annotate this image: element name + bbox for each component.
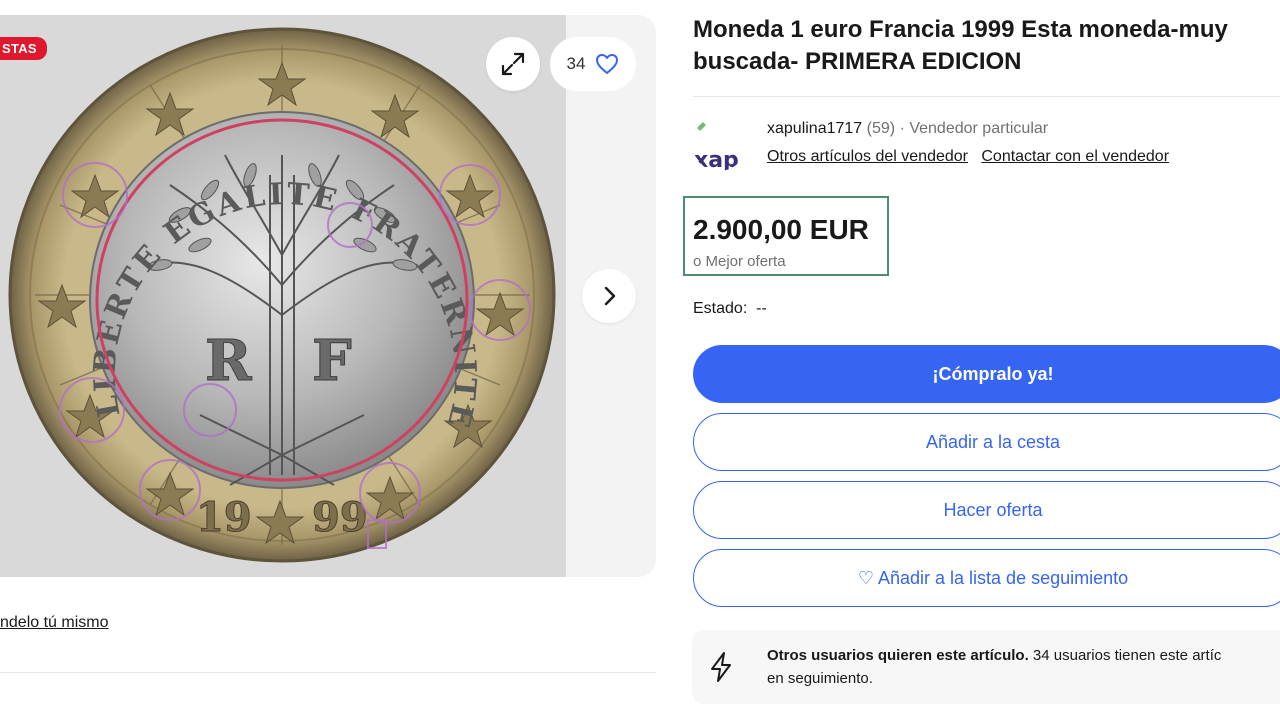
- watchers-notice: Otros usuarios quieren este artículo. 34…: [692, 630, 1280, 704]
- watchers-notice-bold: Otros usuarios quieren este artículo.: [767, 647, 1029, 664]
- best-offer-label: o Mejor oferta: [693, 253, 786, 270]
- divider: [0, 672, 656, 673]
- seller-type: · Vendedor particular: [899, 120, 1049, 137]
- seller-items-link[interactable]: Otros artículos del vendedor: [767, 148, 968, 165]
- chevron-right-icon: [604, 286, 616, 306]
- seller-feedback[interactable]: (59): [867, 120, 895, 137]
- divider: [693, 96, 1280, 97]
- seller-avatar[interactable]: xap: [692, 117, 746, 171]
- coin-photo[interactable]: R F LIBERTE EGALITE FRATERNITE 19 99: [0, 15, 566, 577]
- make-offer-button[interactable]: Hacer oferta: [693, 481, 1280, 539]
- image-gallery[interactable]: R F LIBERTE EGALITE FRATERNITE 19 99 STA…: [0, 15, 656, 577]
- watchers-notice-line2: en seguimiento.: [767, 670, 873, 687]
- add-to-watchlist-button[interactable]: ♡ Añadir a la lista de seguimiento: [693, 549, 1280, 607]
- watchers-notice-text: Otros usuarios quieren este artículo. 34…: [767, 644, 1280, 690]
- expand-icon: [501, 52, 525, 76]
- lightning-icon: [711, 652, 731, 682]
- seller-info: xapulina1717 (59) · Vendedor particular: [767, 120, 1048, 138]
- heart-icon: [596, 54, 619, 74]
- condition-value: --: [756, 300, 767, 317]
- seller-avatar-image: xap: [694, 121, 739, 171]
- seller-name[interactable]: xapulina1717: [767, 120, 862, 137]
- watch-count-button[interactable]: 34: [550, 37, 636, 91]
- price: 2.900,00 EUR: [693, 214, 869, 245]
- listing-title: Moneda 1 euro Francia 1999 Esta moneda-m…: [693, 16, 1228, 75]
- condition: Estado: --: [693, 300, 767, 318]
- watchers-notice-detail: 34 usuarios tienen este artíc: [1028, 647, 1222, 664]
- svg-text:xap: xap: [694, 148, 739, 171]
- coin-letter-f: F: [312, 328, 352, 394]
- watch-count: 34: [566, 54, 586, 73]
- seller-links: Otros artículos del vendedor Contactar c…: [767, 148, 1169, 166]
- buy-now-button[interactable]: ¡Cómpralo ya!: [693, 345, 1280, 403]
- coin-year-left: 19: [196, 494, 252, 541]
- expand-button[interactable]: [486, 37, 540, 91]
- contact-seller-link[interactable]: Contactar con el vendedor: [981, 148, 1169, 165]
- sale-badge: STAS: [0, 37, 47, 60]
- add-to-cart-button[interactable]: Añadir a la cesta: [693, 413, 1280, 471]
- sell-one-link[interactable]: ndelo tú mismo: [0, 614, 109, 632]
- condition-label: Estado:: [693, 300, 748, 317]
- next-image-button[interactable]: [582, 269, 636, 323]
- coin-year-right: 99: [312, 494, 368, 541]
